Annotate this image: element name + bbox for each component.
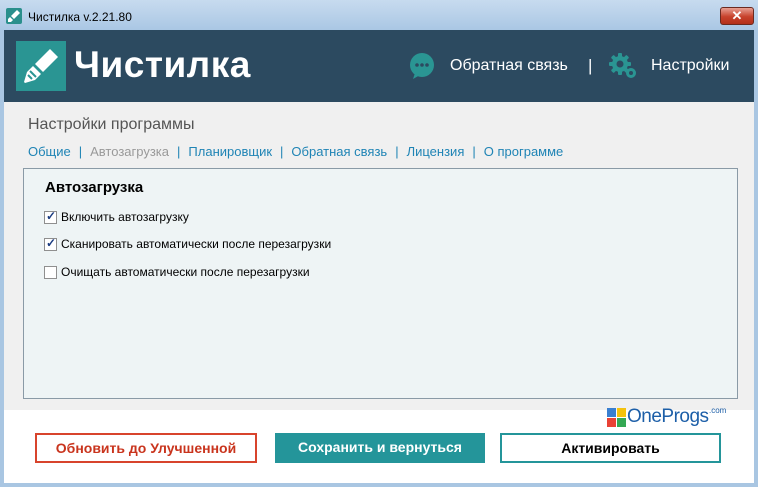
panel-title: Автозагрузка — [45, 179, 144, 196]
checkbox[interactable]: ✓ — [44, 236, 57, 251]
tab-separator: | — [472, 144, 476, 159]
watermark-suffix: .com — [709, 406, 727, 415]
tab-feedback[interactable]: Обратная связь — [291, 144, 387, 159]
header-separator: | — [588, 56, 593, 75]
tab-license[interactable]: Лицензия — [407, 144, 465, 159]
activate-button[interactable]: Активировать — [500, 433, 721, 463]
tab-separator: | — [177, 144, 181, 159]
app-window: Чистилка v.2.21.80 ✕ Чистилка Обратная с… — [0, 0, 758, 487]
broom-logo-icon — [16, 41, 66, 91]
oneprogs-logo-icon — [607, 408, 627, 428]
window-title: Чистилка v.2.21.80 — [28, 10, 132, 24]
option-label: Включить автозагрузку — [61, 210, 189, 224]
settings-link[interactable]: Настройки — [651, 57, 729, 75]
watermark-text: OneProgs — [627, 406, 709, 427]
feedback-link[interactable]: Обратная связь — [450, 57, 568, 75]
close-icon: ✕ — [731, 8, 743, 23]
app-icon — [6, 8, 22, 24]
gear-icon[interactable] — [608, 51, 638, 81]
settings-tabs: Общие | Автозагрузка | Планировщик | Обратная … — [28, 144, 563, 159]
checkmark-icon: ✓ — [46, 209, 57, 223]
option-label: Очищать автоматически после перезагрузки — [61, 265, 310, 279]
checkbox[interactable]: ✓ — [44, 209, 57, 224]
title-bar[interactable]: Чистилка v.2.21.80 ✕ — [0, 0, 758, 30]
app-header: Чистилка Обратная связь | Настройки — [4, 30, 754, 102]
page-title: Настройки программы — [28, 116, 195, 133]
tab-separator: | — [78, 144, 83, 159]
tab-general[interactable]: Общие — [28, 144, 71, 159]
tab-separator: | — [395, 144, 399, 159]
tab-separator: | — [280, 144, 284, 159]
save-and-return-button[interactable]: Сохранить и вернуться — [275, 433, 485, 463]
tab-about[interactable]: О программе — [484, 144, 564, 159]
option-label: Сканировать автоматически после перезагр… — [61, 237, 332, 251]
upgrade-button[interactable]: Обновить до Улучшенной — [35, 433, 257, 463]
checkmark-icon: ✓ — [46, 236, 57, 250]
chat-bubble-icon[interactable] — [407, 51, 437, 81]
tab-scheduler[interactable]: Планировщик — [188, 144, 272, 159]
app-logo-text: Чистилка — [74, 44, 251, 85]
close-button[interactable]: ✕ — [720, 7, 754, 25]
checkbox[interactable] — [44, 266, 57, 279]
tab-autostart[interactable]: Автозагрузка — [90, 144, 169, 159]
autostart-panel: Автозагрузка ✓ Включить автозагрузку ✓ С… — [23, 168, 738, 399]
oneprogs-watermark: OneProgs .com — [607, 406, 727, 432]
